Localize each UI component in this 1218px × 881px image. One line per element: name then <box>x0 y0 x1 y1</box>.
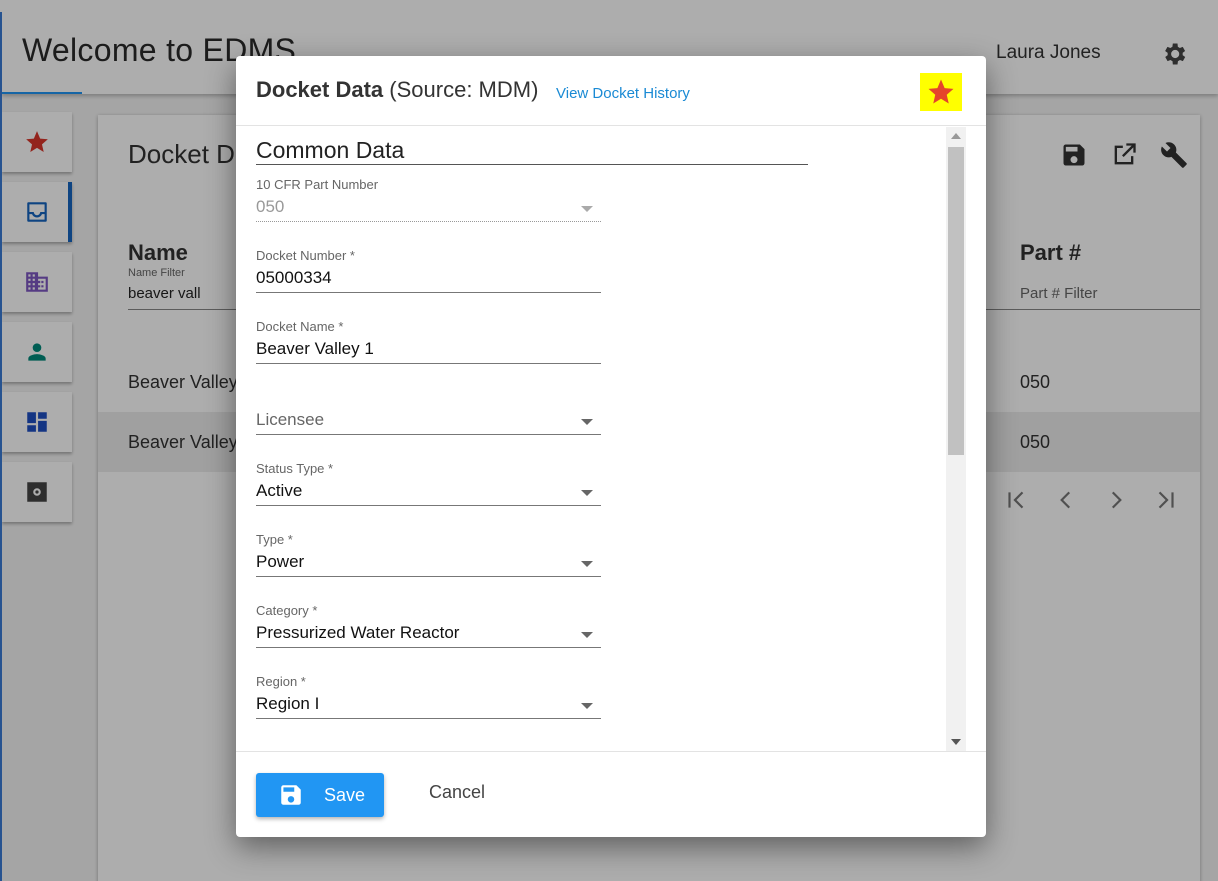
dialog-header: Docket Data (Source: MDM) View Docket Hi… <box>236 56 986 126</box>
chevron-down-icon <box>581 561 593 567</box>
field-label: Docket Number * <box>256 248 355 263</box>
dialog-scrollbar[interactable] <box>946 127 966 751</box>
dialog-title-source: (Source: MDM) <box>389 77 539 102</box>
field-value: Active <box>256 481 303 500</box>
field-label: Status Type * <box>256 461 334 476</box>
docket-data-dialog: Docket Data (Source: MDM) View Docket Hi… <box>236 56 986 837</box>
field-value: Pressurized Water Reactor <box>256 623 460 642</box>
scrollbar-thumb[interactable] <box>948 147 964 455</box>
field-label: 10 CFR Part Number <box>256 177 379 192</box>
favorite-button[interactable] <box>920 73 962 111</box>
field-underline <box>256 718 601 719</box>
dialog-body[interactable]: Common Data 10 CFR Part Number 050 Docke… <box>236 127 986 751</box>
scroll-down-arrow-icon[interactable] <box>951 739 961 745</box>
chevron-down-icon <box>581 206 593 212</box>
dialog-title: Docket Data (Source: MDM) <box>256 77 538 103</box>
cfr-part-select[interactable]: 10 CFR Part Number 050 <box>256 177 601 227</box>
view-docket-history-link[interactable]: View Docket History <box>556 85 690 102</box>
save-button[interactable]: Save <box>256 773 384 817</box>
save-button-label: Save <box>324 784 366 805</box>
chevron-down-icon <box>581 703 593 709</box>
field-label: Type * <box>256 532 293 547</box>
field-underline <box>256 647 601 648</box>
status-type-select[interactable]: Status Type * Active <box>256 461 601 511</box>
field-underline <box>256 221 601 222</box>
save-icon <box>281 785 301 805</box>
field-value: Power <box>256 552 305 571</box>
chevron-down-icon <box>581 632 593 638</box>
field-value: 050 <box>256 197 285 216</box>
field-label: Category * <box>256 603 318 618</box>
field-placeholder: Licensee <box>256 410 325 429</box>
chevron-down-icon <box>581 419 593 425</box>
field-underline <box>256 363 601 364</box>
docket-name-field[interactable]: Docket Name * Beaver Valley 1 <box>256 319 601 369</box>
type-select[interactable]: Type * Power <box>256 532 601 582</box>
favorite-star-icon <box>928 79 954 104</box>
field-label: Docket Name * <box>256 319 344 334</box>
field-underline <box>256 292 601 293</box>
section-title: Common Data <box>256 137 808 165</box>
dialog-title-main: Docket Data <box>256 77 384 102</box>
cancel-button[interactable]: Cancel <box>429 782 485 803</box>
licensee-select[interactable]: Licensee <box>256 390 601 440</box>
category-select[interactable]: Category * Pressurized Water Reactor <box>256 603 601 653</box>
scroll-up-arrow-icon[interactable] <box>951 133 961 139</box>
field-label: Region * <box>256 674 306 689</box>
field-value: Region I <box>256 694 320 713</box>
dialog-footer: Save Cancel <box>236 751 986 837</box>
field-underline <box>256 505 601 506</box>
docket-number-field[interactable]: Docket Number * 05000334 <box>256 248 601 298</box>
field-underline <box>256 576 601 577</box>
field-value: Beaver Valley 1 <box>256 339 374 358</box>
chevron-down-icon <box>581 490 593 496</box>
field-underline <box>256 434 601 435</box>
region-select[interactable]: Region * Region I <box>256 674 601 724</box>
field-value: 05000334 <box>256 268 332 287</box>
